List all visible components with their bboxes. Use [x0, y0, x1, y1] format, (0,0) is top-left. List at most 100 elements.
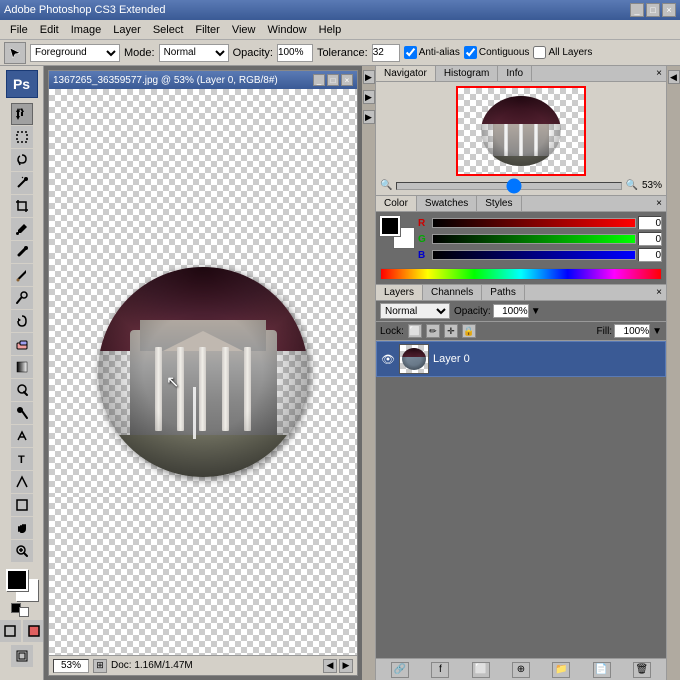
layers-panel-close[interactable]: × [652, 285, 666, 300]
tab-channels[interactable]: Channels [423, 285, 482, 300]
selection-tool[interactable] [11, 126, 33, 148]
opacity-arrow[interactable]: ▼ [531, 306, 541, 317]
brush-tool[interactable] [11, 264, 33, 286]
tab-styles[interactable]: Styles [477, 196, 521, 211]
new-group-btn[interactable]: 📁 [552, 662, 570, 678]
layer-mask-btn[interactable]: ⬜ [472, 662, 490, 678]
r-label: R [418, 218, 430, 229]
shape-tool[interactable] [11, 494, 33, 516]
tolerance-input[interactable] [372, 44, 400, 62]
opacity-input[interactable] [277, 44, 313, 62]
history-brush-tool[interactable] [11, 310, 33, 332]
menu-help[interactable]: Help [313, 20, 348, 40]
tool-preset-select[interactable]: Foreground [30, 44, 120, 62]
color-sliders: R 0 G 0 [418, 216, 662, 264]
layer-visibility-icon[interactable]: 👁 [381, 352, 395, 366]
standard-mode[interactable] [0, 620, 21, 642]
fill-value[interactable] [614, 324, 650, 338]
maximize-button[interactable]: □ [646, 3, 660, 17]
contiguous-checkbox[interactable] [464, 46, 477, 59]
blur-tool[interactable] [11, 379, 33, 401]
layer-style-btn[interactable]: f [431, 662, 449, 678]
zoom-input[interactable] [53, 659, 89, 673]
menu-view[interactable]: View [226, 20, 262, 40]
swap-colors-icon[interactable] [19, 607, 29, 617]
tab-swatches[interactable]: Swatches [417, 196, 477, 211]
menu-file[interactable]: File [4, 20, 34, 40]
lock-image-icon[interactable]: ✏ [426, 324, 440, 338]
r-value[interactable]: 0 [638, 216, 662, 230]
lasso-tool[interactable] [11, 149, 33, 171]
all-layers-checkbox[interactable] [533, 46, 546, 59]
spot-healing-tool[interactable] [11, 241, 33, 263]
color-spectrum[interactable] [380, 268, 662, 280]
opacity-value[interactable] [493, 304, 529, 318]
lock-all-icon[interactable]: 🔒 [462, 324, 476, 338]
blend-mode-select[interactable]: Normal [380, 303, 450, 319]
path-selection-tool[interactable] [11, 471, 33, 493]
lock-position-icon[interactable]: ✛ [444, 324, 458, 338]
b-value[interactable]: 0 [638, 248, 662, 262]
panel-toggle-color[interactable]: ▶ [363, 90, 375, 104]
g-value[interactable]: 0 [638, 232, 662, 246]
crop-tool[interactable] [11, 195, 33, 217]
screen-mode[interactable] [11, 645, 33, 667]
doc-maximize[interactable]: □ [327, 74, 339, 86]
panel-toggle-layers[interactable]: ▶ [363, 110, 375, 124]
hand-tool[interactable] [11, 517, 33, 539]
tab-navigator[interactable]: Navigator [376, 66, 436, 81]
color-fg-swatch[interactable] [380, 216, 400, 236]
tab-layers[interactable]: Layers [376, 285, 423, 300]
fill-arrow[interactable]: ▼ [652, 326, 662, 337]
doc-canvas-area[interactable]: ↖ [49, 89, 357, 655]
color-panel-close[interactable]: × [652, 196, 666, 211]
magic-wand-tool[interactable] [11, 172, 33, 194]
navigator-panel-close[interactable]: × [652, 66, 666, 81]
tab-histogram[interactable]: Histogram [436, 66, 499, 81]
link-layers-btn[interactable]: 🔗 [391, 662, 409, 678]
new-fill-layer-btn[interactable]: ⊕ [512, 662, 530, 678]
scroll-right[interactable]: ▶ [339, 659, 353, 673]
collapse-right-btn[interactable]: ◀ [668, 70, 680, 84]
table-row[interactable]: 👁 Layer 0 [376, 341, 666, 377]
eraser-tool[interactable] [11, 333, 33, 355]
text-tool[interactable]: T [11, 448, 33, 470]
clone-stamp-tool[interactable] [11, 287, 33, 309]
tab-color[interactable]: Color [376, 196, 417, 211]
mode-select[interactable]: Normal [159, 44, 229, 62]
pen-tool[interactable] [11, 425, 33, 447]
menu-image[interactable]: Image [65, 20, 108, 40]
foreground-color[interactable] [6, 569, 28, 591]
doc-minimize[interactable]: _ [313, 74, 325, 86]
dodge-tool[interactable] [11, 402, 33, 424]
move-tool[interactable] [11, 103, 33, 125]
fill-label: Fill: [597, 326, 613, 337]
menu-window[interactable]: Window [262, 20, 313, 40]
eyedropper-tool[interactable] [11, 218, 33, 240]
nav-zoom-slider[interactable] [396, 182, 621, 190]
nav-vignette [481, 96, 561, 166]
new-layer-btn[interactable]: 📄 [593, 662, 611, 678]
scroll-left[interactable]: ◀ [323, 659, 337, 673]
panel-toggle-nav[interactable]: ▶ [363, 70, 375, 84]
zoom-tool[interactable] [11, 540, 33, 562]
menu-filter[interactable]: Filter [189, 20, 225, 40]
menu-select[interactable]: Select [147, 20, 190, 40]
quick-mask-mode[interactable] [23, 620, 45, 642]
tab-paths[interactable]: Paths [482, 285, 525, 300]
lock-transparency-icon[interactable]: ⬜ [408, 324, 422, 338]
b-label: B [418, 250, 430, 261]
gradient-tool[interactable] [11, 356, 33, 378]
anti-alias-checkbox[interactable] [404, 46, 417, 59]
all-layers-group: All Layers [533, 46, 592, 59]
doc-close[interactable]: × [341, 74, 353, 86]
opacity-label: Opacity: [233, 47, 273, 59]
tab-info[interactable]: Info [498, 66, 532, 81]
thumb-vignette [402, 348, 426, 370]
menu-layer[interactable]: Layer [107, 20, 147, 40]
minimize-button[interactable]: _ [630, 3, 644, 17]
delete-layer-btn[interactable]: 🗑 [633, 662, 651, 678]
menu-edit[interactable]: Edit [34, 20, 65, 40]
close-button[interactable]: × [662, 3, 676, 17]
zoom-icon[interactable]: ⊞ [93, 659, 107, 673]
